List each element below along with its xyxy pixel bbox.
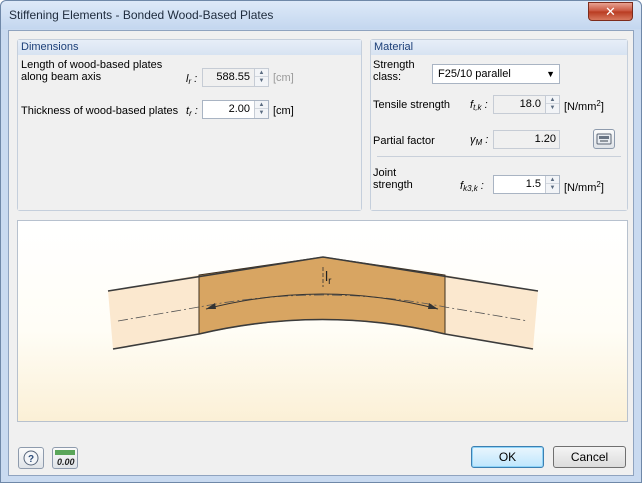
length-value: 588.55: [216, 71, 250, 83]
tensile-value: 18.0: [519, 98, 541, 110]
thickness-symbol: tr :: [186, 105, 198, 118]
partial-factor-field: 1.20: [493, 130, 560, 149]
thickness-label: Thickness of wood-based plates: [21, 105, 179, 117]
beam-drawing: lr: [17, 220, 628, 422]
strength-class-label-line1: Strength: [373, 59, 415, 71]
tensile-unit: [N/mm2]: [564, 99, 604, 113]
title-bar[interactable]: Stiffening Elements - Bonded Wood-Based …: [1, 1, 641, 29]
dimensions-panel: Dimensions Length of wood-based plates a…: [17, 39, 362, 211]
length-spinner: ▲ ▼: [254, 69, 268, 86]
strength-class-label-line2: class:: [373, 71, 402, 83]
joint-strength-value: 1.5: [525, 178, 541, 190]
thickness-spinner[interactable]: ▲ ▼: [254, 101, 268, 118]
material-header: Material: [371, 40, 627, 55]
help-button[interactable]: ?: [18, 447, 44, 469]
spin-down-icon: ▼: [549, 105, 556, 111]
material-body: Strength class: F25/10 parallel ▼ Tensil…: [371, 55, 627, 210]
dialog-window: Stiffening Elements - Bonded Wood-Based …: [0, 0, 642, 483]
cancel-button[interactable]: Cancel: [553, 446, 626, 468]
help-icon: ?: [23, 450, 39, 466]
svg-text:0.00: 0.00: [57, 457, 75, 467]
joint-strength-symbol: fk3,k :: [460, 180, 484, 193]
tensile-strength-field: 18.0 ▲ ▼: [493, 95, 560, 114]
thickness-unit: [cm]: [273, 105, 294, 117]
tensile-symbol: ft,k :: [470, 99, 488, 112]
joint-strength-label-line2: strength: [373, 179, 413, 191]
length-label-line1: Length of wood-based plates: [21, 59, 163, 71]
length-field: 588.55 ▲ ▼: [202, 68, 269, 87]
joint-strength-unit: [N/mm2]: [564, 180, 604, 194]
close-icon: ✕: [605, 4, 616, 19]
spin-up-icon: ▲: [255, 69, 268, 77]
joint-strength-input[interactable]: 1.5 ▲ ▼: [493, 175, 560, 194]
joint-strength-label-line1: Joint: [373, 167, 397, 179]
dropdown-arrow-icon: ▼: [546, 69, 555, 79]
units-button[interactable]: 0.00: [52, 447, 78, 469]
spin-down-icon: ▼: [549, 185, 556, 191]
length-label-line2: along beam axis: [21, 71, 102, 83]
dialog-client-area: Dimensions Length of wood-based plates a…: [8, 30, 634, 476]
beam-diagram: lr: [107, 256, 539, 350]
spin-down-icon: ▼: [258, 110, 265, 116]
decimal-places-icon: 0.00: [55, 450, 75, 467]
plate-shape: [198, 256, 446, 335]
strength-class-value: F25/10 parallel: [438, 68, 511, 80]
length-symbol: lr :: [186, 73, 198, 86]
length-unit: [cm]: [273, 72, 294, 84]
svg-text:?: ?: [28, 454, 34, 465]
spin-down-icon: ▼: [258, 78, 265, 84]
beam-left-segment: [108, 275, 199, 349]
edit-partial-factor-button[interactable]: [593, 129, 615, 149]
ok-button[interactable]: OK: [471, 446, 544, 468]
dimensions-header: Dimensions: [18, 40, 361, 55]
tensile-strength-label: Tensile strength: [373, 99, 451, 111]
partial-factor-label: Partial factor: [373, 135, 435, 147]
partial-factor-value: 1.20: [534, 133, 556, 145]
joint-strength-spinner[interactable]: ▲ ▼: [545, 176, 559, 193]
close-button[interactable]: ✕: [588, 2, 633, 21]
thickness-value: 2.00: [228, 103, 250, 115]
dimensions-body: Length of wood-based plates along beam a…: [18, 55, 361, 210]
partial-factor-symbol: γM :: [470, 134, 489, 147]
material-panel: Material Strength class: F25/10 parallel…: [370, 39, 628, 211]
thickness-input[interactable]: 2.00 ▲ ▼: [202, 100, 269, 119]
strength-class-select[interactable]: F25/10 parallel ▼: [432, 64, 560, 84]
beam-right-segment: [445, 275, 538, 349]
material-separator: [377, 156, 621, 157]
tensile-spinner: ▲ ▼: [545, 96, 559, 113]
spin-up-icon: ▲: [255, 101, 268, 109]
edit-icon: [596, 133, 612, 145]
window-title: Stiffening Elements - Bonded Wood-Based …: [9, 8, 274, 22]
spin-up-icon: ▲: [546, 176, 559, 184]
spin-up-icon: ▲: [546, 96, 559, 104]
